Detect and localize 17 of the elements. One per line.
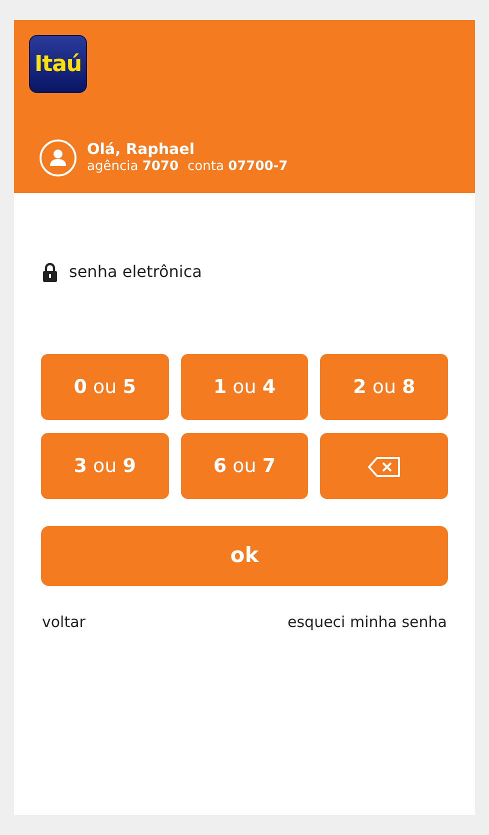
user-icon xyxy=(39,139,77,177)
password-label: senha eletrônica xyxy=(69,261,202,283)
padlock-icon xyxy=(42,262,58,282)
digit-key[interactable]: 3 ou 9 xyxy=(41,433,169,499)
logo: Itaú xyxy=(29,35,87,93)
digit-key[interactable]: 1 ou 4 xyxy=(180,354,308,420)
back-link[interactable]: voltar xyxy=(42,611,86,634)
digit-key[interactable]: 2 ou 8 xyxy=(320,354,448,420)
forgot-password-link[interactable]: esqueci minha senha xyxy=(288,611,447,634)
digit-key[interactable]: 0 ou 5 xyxy=(41,354,169,420)
ok-button[interactable]: ok xyxy=(41,526,448,586)
account-number: conta 07700-7 xyxy=(188,158,288,176)
backspace-icon xyxy=(368,456,400,477)
backspace-key[interactable] xyxy=(320,433,448,499)
digit-key[interactable]: 6 ou 7 xyxy=(180,433,308,499)
greeting: Olá, Raphael xyxy=(87,140,196,158)
agency-number: agência 7070 xyxy=(87,158,179,176)
